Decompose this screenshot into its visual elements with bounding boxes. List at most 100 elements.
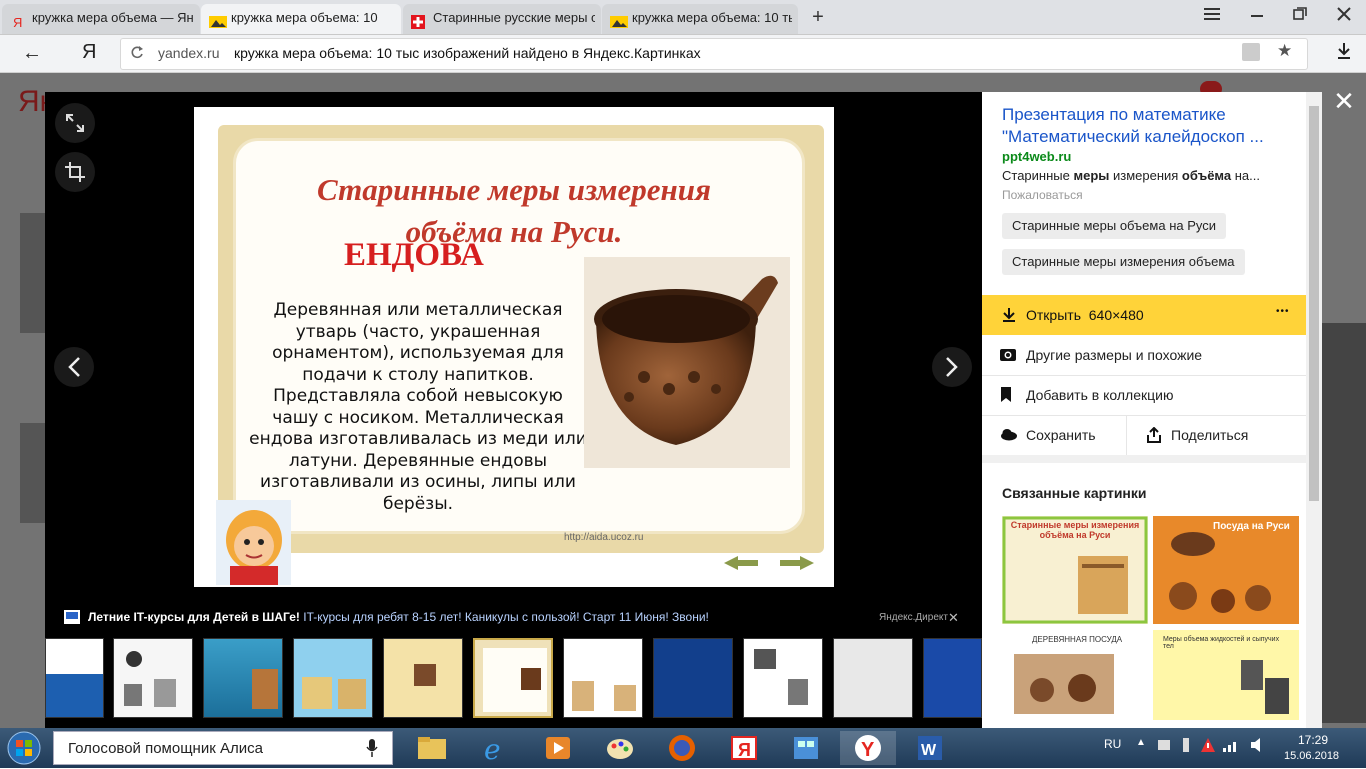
volume-icon[interactable] (1250, 737, 1266, 756)
network-icon[interactable] (1222, 737, 1240, 756)
thumbnail[interactable] (743, 638, 823, 718)
svg-text:W: W (921, 742, 937, 759)
tab-label: кружка мера объема — Ян (32, 10, 194, 25)
thumbnail[interactable] (563, 638, 643, 718)
thumbnail[interactable] (293, 638, 373, 718)
tag-chip[interactable]: Старинные меры измерения объема (1002, 249, 1245, 275)
restore-icon[interactable] (1286, 6, 1314, 28)
camera-search-icon (1000, 347, 1018, 363)
tag-chip[interactable]: Старинные меры объема на Руси (1002, 213, 1227, 239)
tab-4[interactable]: кружка мера объема: 10 ты (602, 4, 798, 34)
clock-date[interactable]: 15.06.2018 (1284, 750, 1339, 762)
microphone-icon[interactable] (366, 738, 378, 761)
thumbnail[interactable] (923, 638, 982, 718)
main-image[interactable]: Старинные меры измерения объёма на Руси.… (194, 107, 834, 587)
internet-explorer-icon[interactable]: e (468, 731, 524, 766)
download-icon (1002, 307, 1016, 326)
related-thumbnail[interactable]: Меры объема жидкостей и сыпучих тел (1153, 630, 1299, 720)
crop-button[interactable] (55, 152, 95, 192)
ad-close-icon[interactable]: ✕ (948, 610, 959, 626)
related-thumbnail[interactable]: ДЕРЕВЯННАЯ ПОСУДА (1002, 630, 1148, 720)
yandex-browser-active-icon[interactable]: Y (840, 731, 896, 765)
thumbnail[interactable] (383, 638, 463, 718)
ad-title[interactable]: Летние IT-курсы для Детей в ШАГе! (88, 610, 300, 624)
endova-photo (584, 257, 790, 468)
related-thumbnail[interactable]: Посуда на Руси (1153, 516, 1299, 624)
svg-text:Я: Я (738, 740, 751, 760)
similar-images-button[interactable]: Другие размеры и похожие (982, 335, 1306, 376)
tab-1[interactable]: Я кружка мера объема — Ян (2, 4, 200, 34)
media-player-icon[interactable] (530, 731, 586, 765)
thumbnail[interactable] (653, 638, 733, 718)
word-icon[interactable]: W (902, 731, 958, 765)
reload-icon[interactable] (130, 45, 144, 62)
ad-text[interactable]: IT-курсы для ребят 8-15 лет! Каникулы с … (303, 610, 709, 624)
yandex-browser-icon[interactable]: Я (716, 731, 772, 765)
url-domain: yandex.ru (158, 45, 220, 61)
source-domain[interactable]: ppt4web.ru (1002, 149, 1071, 164)
thumbnail-selected[interactable] (473, 638, 553, 718)
crop-icon (65, 162, 85, 182)
slide-body-text: Деревянная или металлическая утварь (час… (249, 300, 587, 514)
save-button[interactable]: Сохранить (982, 415, 1127, 456)
paint-icon[interactable] (592, 731, 648, 765)
minimize-icon[interactable] (1244, 6, 1272, 28)
chevron-left-icon (68, 357, 80, 377)
clock-time[interactable]: 17:29 (1298, 733, 1328, 747)
protect-icon[interactable] (1242, 43, 1260, 61)
menu-icon[interactable] (1198, 6, 1226, 28)
ad-icon (64, 610, 80, 624)
new-tab-button[interactable]: + (804, 6, 832, 28)
bookmark-star-icon[interactable]: ★ (1277, 41, 1292, 61)
downloads-icon[interactable] (1336, 42, 1352, 63)
source-title-link[interactable]: Презентация по математике "Математически… (1002, 104, 1292, 148)
share-button[interactable]: Поделиться (1127, 415, 1306, 456)
svg-text:Я: Я (13, 15, 22, 29)
language-indicator[interactable]: RU (1104, 737, 1121, 751)
tray-app-icon[interactable] (1180, 737, 1192, 756)
bookmark-icon (1000, 387, 1018, 403)
tray-expand-icon[interactable]: ▲ (1136, 737, 1146, 748)
swiss-flag-icon (411, 11, 427, 29)
panel-scrollbar[interactable] (1306, 92, 1322, 728)
related-thumbnail[interactable]: Старинные меры измерения объёма на Руси (1002, 516, 1148, 624)
slide-nav-arrows (724, 555, 814, 576)
cartoon-boy-image (216, 500, 291, 585)
prev-image-button[interactable] (54, 347, 94, 387)
complain-link[interactable]: Пожаловаться (1002, 188, 1083, 202)
firefox-icon[interactable] (654, 731, 710, 765)
divider (982, 455, 1306, 463)
share-icon (1147, 426, 1165, 443)
back-button[interactable]: ← (22, 42, 42, 65)
next-image-button[interactable] (932, 347, 972, 387)
warning-icon[interactable] (1200, 737, 1216, 756)
file-explorer-icon[interactable] (404, 731, 460, 765)
tray-app-icon[interactable] (1156, 737, 1172, 756)
related-images-title: Связанные картинки (1002, 485, 1147, 501)
url-page-title: кружка мера объема: 10 тыс изображений н… (234, 45, 701, 61)
thumbnail[interactable] (203, 638, 283, 718)
chevron-right-icon (946, 357, 958, 377)
more-options-icon[interactable]: ••• (1276, 306, 1290, 317)
yandex-images-icon (610, 11, 628, 28)
thumbnail[interactable] (833, 638, 913, 718)
tab-2[interactable]: кружка мера объема: 10 (201, 4, 401, 34)
close-viewer-icon[interactable]: ✕ (1330, 86, 1358, 117)
close-window-icon[interactable] (1330, 6, 1358, 28)
slide-title: Старинные меры измерения объёма на Руси. (317, 172, 711, 249)
thumbnail[interactable] (45, 638, 104, 718)
start-button[interactable] (4, 730, 44, 766)
tab-label: кружка мера объема: 10 (231, 10, 378, 25)
add-to-collection-button[interactable]: Добавить в коллекцию (982, 375, 1306, 416)
thumbnail[interactable] (113, 638, 193, 718)
tab-3[interactable]: Старинные русские меры о (403, 4, 601, 34)
alice-search-box[interactable]: Голосовой помощник Алиса (53, 731, 393, 765)
control-panel-icon[interactable] (778, 731, 834, 765)
cloud-save-icon (1000, 427, 1018, 443)
yandex-button[interactable]: Я (82, 41, 96, 64)
ad-banner[interactable]: Летние IT-курсы для Детей в ШАГе! IT-кур… (88, 610, 709, 624)
open-image-button[interactable]: Открыть 640×480 ••• (982, 295, 1306, 335)
ad-source: Яндекс.Директ (879, 612, 948, 623)
fullscreen-button[interactable] (55, 103, 95, 143)
tab-label: Старинные русские меры о (433, 10, 595, 25)
